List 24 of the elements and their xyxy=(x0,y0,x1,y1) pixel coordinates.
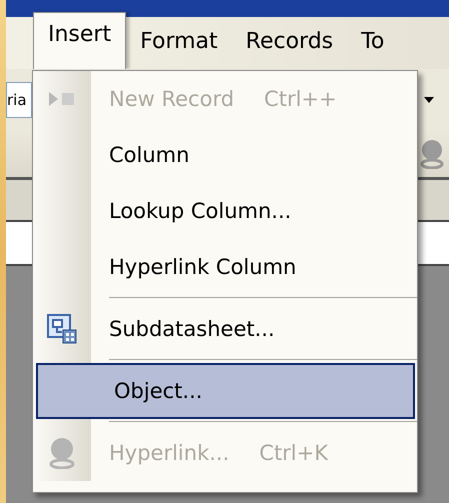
subdatasheet-icon xyxy=(47,314,77,344)
menu-bar-item[interactable]: Insert xyxy=(33,12,126,69)
shortcut-text: Ctrl+K xyxy=(259,441,328,465)
menu-bar-item[interactable]: Format xyxy=(126,20,232,66)
globe-icon xyxy=(47,437,77,469)
dropdown-arrow-icon[interactable] xyxy=(424,97,434,103)
shortcut-text: Ctrl++ xyxy=(264,87,337,111)
menu-item[interactable]: Column xyxy=(33,127,417,183)
arrow-icon xyxy=(49,90,75,108)
menu-item[interactable]: Lookup Column... xyxy=(33,183,417,239)
menu-bar-item[interactable]: To xyxy=(347,20,398,66)
menu-bar-item[interactable]: Records xyxy=(232,20,348,66)
menu-item-label: Lookup Column... xyxy=(109,199,292,223)
menu-item[interactable]: Object... xyxy=(36,363,415,419)
globe-icon[interactable] xyxy=(419,139,445,169)
menu-item-label: Hyperlink Column xyxy=(109,255,296,279)
menu-item[interactable]: Hyperlink Column xyxy=(33,239,417,295)
menu-item-label: Column xyxy=(109,143,190,167)
menu-item[interactable]: Subdatasheet... xyxy=(33,301,417,357)
menu-item-label: Hyperlink... xyxy=(109,441,230,465)
menu-item-label: Object... xyxy=(114,379,202,403)
font-field[interactable]: ria xyxy=(6,82,32,118)
menu-item-label: Subdatasheet... xyxy=(109,317,275,341)
menu-item-label: New Record xyxy=(109,87,234,111)
